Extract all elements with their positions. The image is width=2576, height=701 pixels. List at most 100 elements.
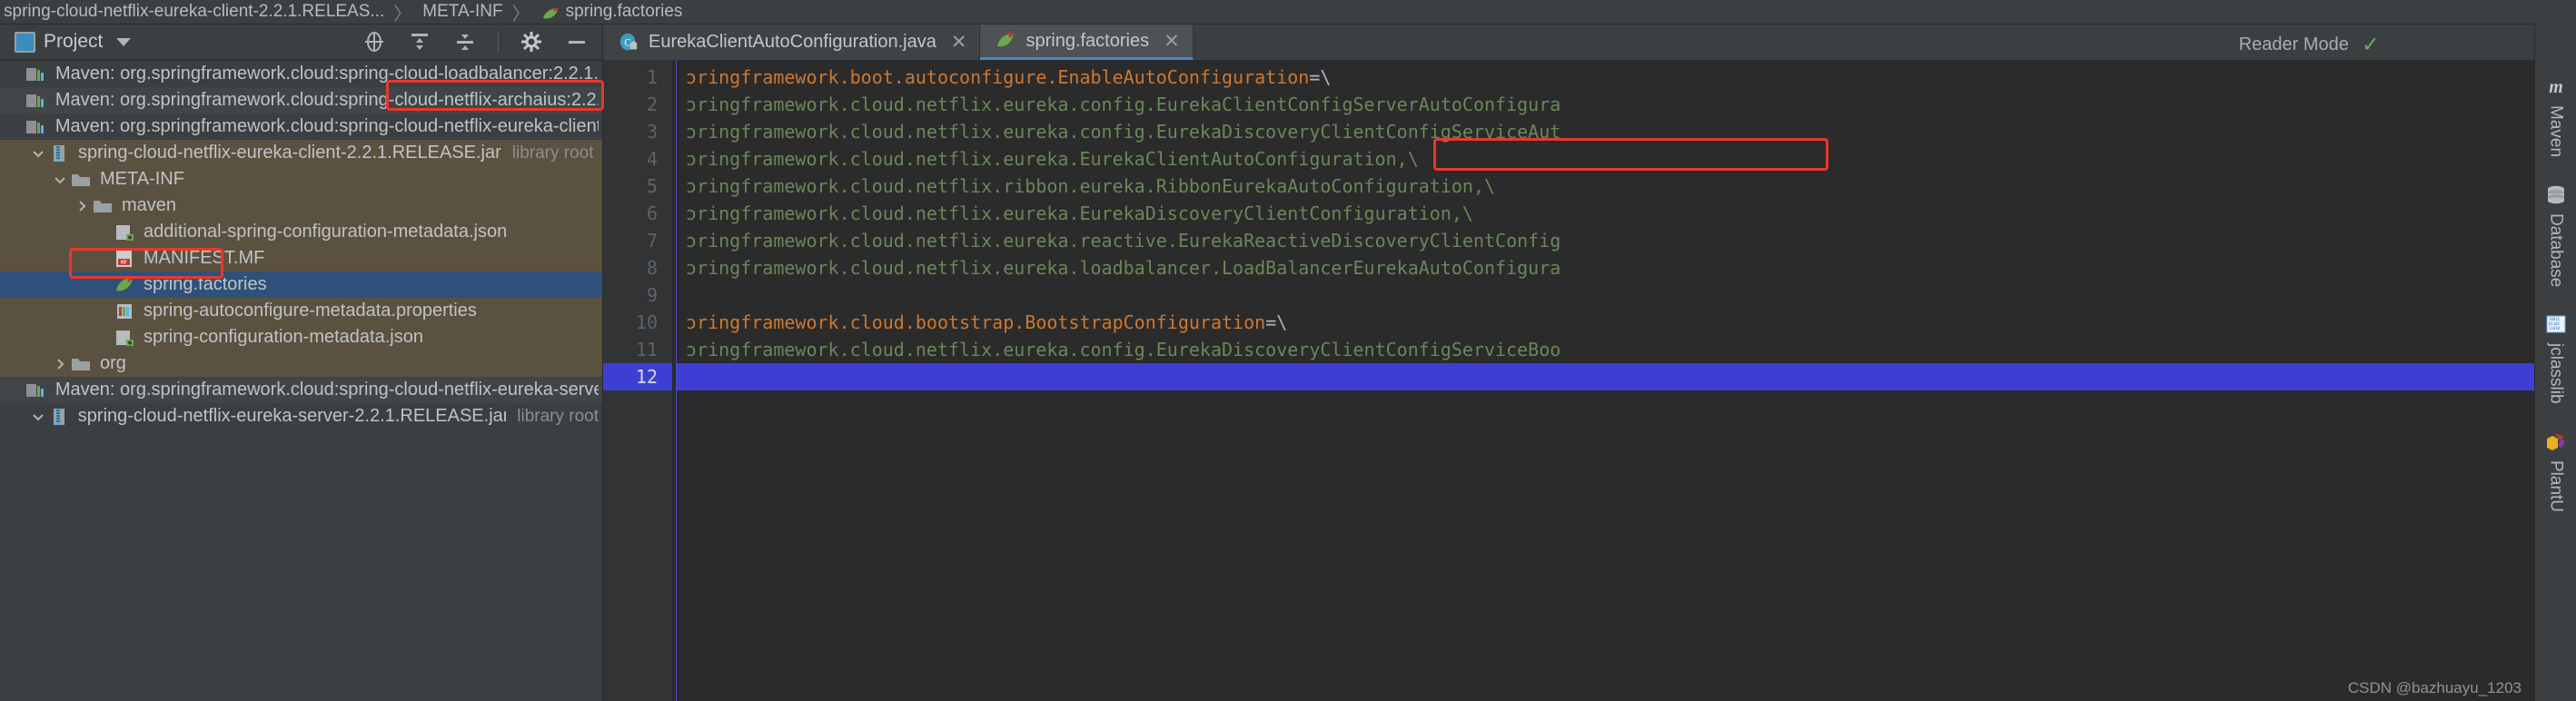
code-line[interactable] bbox=[677, 363, 2534, 390]
svg-text:m: m bbox=[2549, 77, 2563, 97]
tree-expand-arrow-icon[interactable] bbox=[73, 199, 91, 213]
settings-gear-icon[interactable] bbox=[519, 29, 544, 54]
reader-mode-label: Reader Mode bbox=[2238, 35, 2349, 54]
code-token: ɔringframework.cloud.netflix.eureka.conf… bbox=[686, 121, 1561, 143]
project-window-icon bbox=[15, 31, 35, 53]
right-tool-stripe: m Maven Database 10011 01101 11010 jclasslib Pl… bbox=[2534, 24, 2576, 701]
tool-stripe-label: jclasslib bbox=[2546, 343, 2566, 404]
tree-row-label: additional-spring-configuration-metadata… bbox=[144, 222, 508, 242]
code-line[interactable]: ɔringframework.cloud.netflix.eureka.conf… bbox=[677, 118, 2534, 145]
tree-row-label: META-INF bbox=[100, 169, 184, 189]
tree-row-label: Maven: org.springframework.cloud:spring-… bbox=[54, 380, 599, 400]
code-token: ɔringframework.boot.autoconfigure.Enable… bbox=[686, 66, 1310, 88]
code-line[interactable]: ɔringframework.cloud.netflix.eureka.conf… bbox=[677, 91, 2534, 118]
project-tool-window: Project Maven: org.springframework.cloud… bbox=[0, 24, 602, 701]
line-number: 11 bbox=[635, 339, 658, 360]
tree-row[interactable]: org bbox=[0, 350, 602, 377]
maven-lib-icon bbox=[25, 91, 48, 111]
code-line[interactable]: ɔringframework.cloud.netflix.ribbon.eure… bbox=[677, 173, 2534, 200]
tree-row-label: maven bbox=[122, 195, 177, 215]
code-token: ɔringframework.cloud.bootstrap.Bootstrap… bbox=[686, 311, 1266, 333]
line-number: 5 bbox=[646, 175, 658, 197]
code-line[interactable]: ɔringframework.cloud.netflix.eureka.reac… bbox=[677, 227, 2534, 254]
close-icon[interactable]: ✕ bbox=[1164, 30, 1180, 53]
line-number: 10 bbox=[635, 311, 658, 333]
tree-row[interactable]: Maven: org.springframework.cloud:spring-… bbox=[0, 377, 602, 403]
tree-row[interactable]: maven bbox=[0, 193, 602, 219]
breadcrumb-file-label: spring.factories bbox=[565, 2, 683, 21]
code-token: ɔringframework.cloud.netflix.eureka.reac… bbox=[686, 230, 1561, 252]
tree-row[interactable]: META-INF bbox=[0, 166, 602, 193]
line-number: 4 bbox=[646, 148, 658, 170]
editor-tab[interactable]: spring.factories ✕ bbox=[980, 25, 1194, 60]
tree-row[interactable]: Maven: org.springframework.cloud:spring-… bbox=[0, 87, 602, 114]
java-class-locked-icon: C bbox=[618, 32, 639, 54]
watermark: CSDN @bazhuayu_1203 bbox=[2347, 679, 2522, 696]
tree-expand-arrow-icon[interactable] bbox=[29, 146, 47, 161]
locate-icon[interactable] bbox=[362, 29, 387, 54]
code-viewport[interactable]: 1 2 3 4 5 6 7 8 9 10 11 12 ɔringframework.boot.auto… bbox=[603, 60, 2534, 701]
reader-mode-indicator[interactable]: Reader Mode ✓ bbox=[2239, 32, 2380, 58]
code-line[interactable]: ɔringframework.boot.autoconfigure.Enable… bbox=[677, 64, 2534, 91]
tree-row-label: spring-cloud-netflix-eureka-client-2.2.1… bbox=[78, 143, 501, 163]
tree-row[interactable]: additional-spring-configuration-metadata… bbox=[0, 219, 602, 245]
breadcrumb-separator-icon-2: 〉 bbox=[511, 4, 530, 25]
code-content[interactable]: ɔringframework.boot.autoconfigure.Enable… bbox=[677, 60, 2534, 701]
tree-row[interactable]: spring-configuration-metadata.json bbox=[0, 324, 602, 350]
tree-row[interactable]: spring-autoconfigure-metadata.properties bbox=[0, 298, 602, 324]
code-token: =\ bbox=[1265, 311, 1288, 333]
project-tree[interactable]: Maven: org.springframework.cloud:spring-… bbox=[0, 60, 602, 701]
project-title-dropdown[interactable]: Project bbox=[15, 31, 132, 53]
folder-icon bbox=[69, 170, 93, 190]
breadcrumb-jar-label: spring-cloud-netflix-eureka-client-2.2.1… bbox=[4, 2, 385, 21]
project-toolbar bbox=[362, 29, 595, 54]
svg-text:C: C bbox=[624, 37, 630, 48]
tool-stripe-button[interactable]: 10011 01101 11010 jclasslib bbox=[2544, 312, 2568, 404]
json-config-icon bbox=[113, 328, 136, 348]
breadcrumb-item-metainf[interactable]: META-INF bbox=[422, 2, 502, 22]
tool-stripe-label: Database bbox=[2546, 213, 2566, 288]
code-line[interactable]: ɔringframework.cloud.netflix.eureka.load… bbox=[677, 254, 2534, 281]
tree-row[interactable]: spring-cloud-netflix-eureka-server-2.2.1… bbox=[0, 403, 602, 429]
breadcrumb-metainf-label: META-INF bbox=[422, 2, 503, 21]
tree-row-label: Maven: org.springframework.cloud:spring-… bbox=[54, 64, 599, 84]
code-line[interactable]: ɔringframework.cloud.netflix.eureka.conf… bbox=[677, 336, 2534, 363]
code-line[interactable]: ɔringframework.cloud.bootstrap.Bootstrap… bbox=[677, 309, 2534, 336]
manifest-icon: MF bbox=[113, 249, 136, 269]
tree-row[interactable]: spring-cloud-netflix-eureka-client-2.2.1… bbox=[0, 140, 602, 166]
tree-row[interactable]: MF MANIFEST.MF bbox=[0, 245, 602, 272]
tool-stripe-label: Maven bbox=[2546, 105, 2566, 158]
main-content: Project Maven: org.springframework.cloud… bbox=[0, 24, 2576, 701]
plantuml-icon bbox=[2544, 429, 2568, 453]
tree-row[interactable]: Maven: org.springframework.cloud:spring-… bbox=[0, 114, 602, 140]
hide-icon[interactable] bbox=[564, 29, 590, 54]
tree-expand-arrow-icon[interactable] bbox=[29, 410, 47, 424]
expand-all-icon[interactable] bbox=[407, 29, 432, 54]
chevron-down-icon[interactable] bbox=[116, 37, 132, 46]
code-token: ɔringframework.cloud.netflix.eureka.conf… bbox=[686, 94, 1561, 115]
code-line[interactable]: ɔringframework.cloud.netflix.eureka.Eure… bbox=[677, 145, 2534, 173]
tree-row-label: spring-configuration-metadata.json bbox=[144, 327, 423, 347]
tree-row[interactable]: Maven: org.springframework.cloud:spring-… bbox=[0, 61, 602, 87]
jclasslib-icon: 10011 01101 11010 bbox=[2544, 312, 2568, 336]
code-line[interactable]: ɔringframework.cloud.netflix.eureka.Eure… bbox=[677, 200, 2534, 227]
collapse-all-icon[interactable] bbox=[452, 29, 478, 54]
tree-expand-arrow-icon[interactable] bbox=[51, 357, 69, 371]
tree-expand-arrow-icon[interactable] bbox=[51, 173, 69, 187]
tool-stripe-button[interactable]: m Maven bbox=[2544, 74, 2568, 157]
code-token: ɔringframework.cloud.netflix.eureka.conf… bbox=[686, 339, 1561, 360]
svg-text:11010: 11010 bbox=[2549, 326, 2561, 331]
editor-tab-label: spring.factories bbox=[1025, 30, 1150, 51]
editor-tab[interactable]: C EurekaClientAutoConfiguration.java ✕ bbox=[603, 25, 981, 60]
tool-stripe-label: PlantU bbox=[2546, 459, 2566, 512]
jar-icon bbox=[47, 407, 71, 427]
close-icon[interactable]: ✕ bbox=[951, 31, 967, 54]
check-icon: ✓ bbox=[2361, 33, 2380, 57]
tool-stripe-button[interactable]: Database bbox=[2544, 183, 2568, 287]
code-line[interactable] bbox=[677, 281, 2534, 309]
breadcrumb-item-jar[interactable]: spring-cloud-netflix-eureka-client-2.2.1… bbox=[4, 2, 384, 22]
tool-stripe-button[interactable]: PlantU bbox=[2544, 429, 2568, 512]
tree-row[interactable]: spring.factories bbox=[0, 272, 602, 298]
breadcrumb-item-file[interactable]: spring.factories bbox=[541, 2, 683, 22]
svg-text:MF: MF bbox=[121, 260, 128, 266]
